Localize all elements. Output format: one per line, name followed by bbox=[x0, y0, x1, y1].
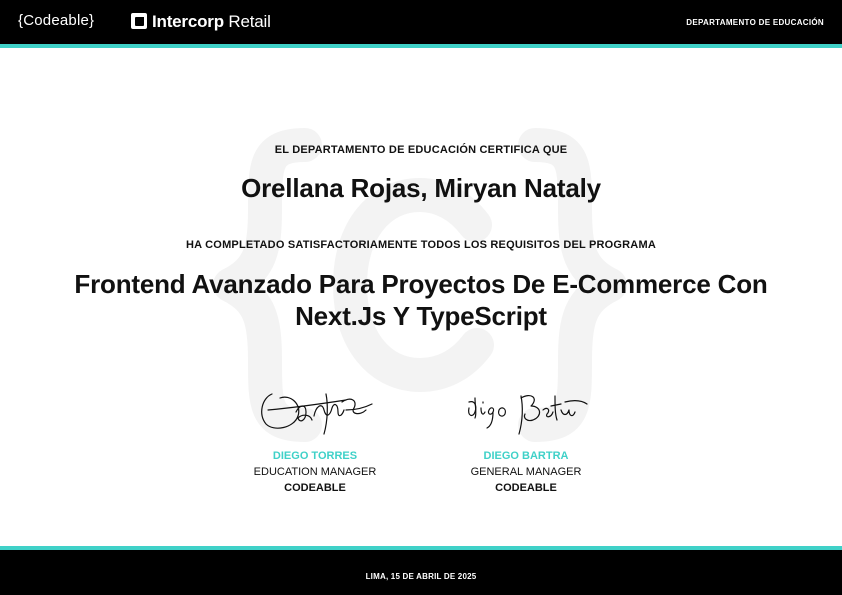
signer-organization: CODEABLE bbox=[284, 482, 346, 494]
signer-role: EDUCATION MANAGER bbox=[253, 466, 377, 478]
program-title-line-1: Frontend Avanzado Para Proyectos De E-Co… bbox=[74, 269, 768, 299]
signer-organization: CODEABLE bbox=[495, 482, 557, 494]
intercorp-logo-icon bbox=[131, 13, 147, 29]
footer-date: LIMA, 15 DE ABRIL DE 2025 bbox=[365, 572, 477, 581]
logo-intercorp-bold: Intercorp bbox=[152, 12, 224, 31]
signer-name: DIEGO BARTRA bbox=[483, 450, 569, 462]
footer-bar: LIMA, 15 DE ABRIL DE 2025 bbox=[0, 546, 842, 595]
signer-diego-bartra: DIEGO BARTRA GENERAL MANAGER CODEABLE bbox=[426, 380, 626, 496]
signature-image bbox=[468, 394, 588, 435]
signer-name: DIEGO TORRES bbox=[272, 450, 358, 462]
header-bar: {Codeable} Intercorp Retail DEPARTAMENTO… bbox=[0, 0, 842, 48]
logo-intercorp-light: Retail bbox=[228, 12, 271, 31]
signature-image bbox=[261, 393, 373, 435]
codeable-logo: {Codeable} bbox=[18, 12, 95, 29]
signer-diego-torres: DIEGO TORRES EDUCATION MANAGER CODEABLE bbox=[215, 380, 415, 496]
certifies-text: EL DEPARTAMENTO DE EDUCACIÓN CERTIFICA Q… bbox=[274, 144, 568, 156]
department-label: DEPARTAMENTO DE EDUCACIÓN bbox=[686, 18, 824, 27]
program-title-line-2: Next.Js Y TypeScript bbox=[295, 301, 547, 331]
program-title: Frontend Avanzado Para Proyectos De E-Co… bbox=[40, 268, 802, 332]
signer-role: GENERAL MANAGER bbox=[470, 466, 582, 478]
recipient-name: Orellana Rojas, Miryan Nataly bbox=[241, 173, 601, 203]
completed-text: HA COMPLETADO SATISFACTORIAMENTE TODOS L… bbox=[186, 239, 656, 251]
